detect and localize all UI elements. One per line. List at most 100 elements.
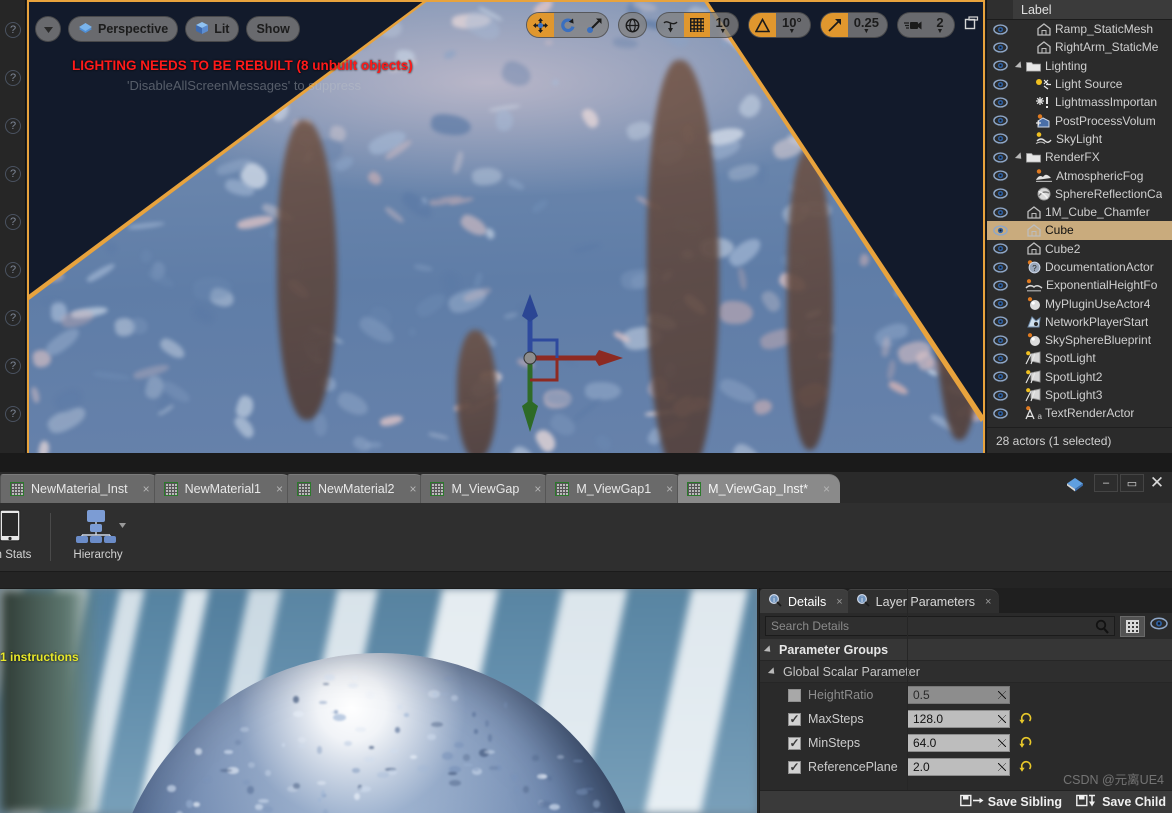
parameter-row[interactable]: ✓ MaxSteps 128.0 bbox=[760, 707, 1172, 731]
outliner-row[interactable]: ? DocumentationActor bbox=[987, 258, 1172, 276]
close-icon[interactable]: × bbox=[666, 482, 673, 496]
outliner-row[interactable]: ExponentialHeightFo bbox=[987, 276, 1172, 294]
scale-snap-group[interactable]: 0.25 ▼ bbox=[819, 12, 888, 38]
eye-icon[interactable] bbox=[987, 280, 1013, 291]
search-icon[interactable] bbox=[1095, 619, 1109, 637]
outliner-row[interactable]: Cube2 bbox=[987, 240, 1172, 258]
drag-handle-icon[interactable] bbox=[998, 715, 1006, 723]
save-sibling-button[interactable]: Save Sibling bbox=[959, 794, 1062, 810]
transform-mode-group[interactable] bbox=[525, 12, 609, 38]
outliner-row[interactable]: Lighting bbox=[987, 57, 1172, 75]
angle-snap-icon[interactable] bbox=[749, 13, 777, 37]
chevron-expanded-icon[interactable] bbox=[1014, 152, 1025, 162]
asset-tab[interactable]: NewMaterial2 × bbox=[287, 474, 427, 503]
outliner-row[interactable]: Cube bbox=[987, 221, 1172, 240]
reset-to-default-icon[interactable] bbox=[1019, 759, 1032, 775]
details-tab-bar[interactable]: i Details × i Layer Parameters × bbox=[760, 588, 1172, 613]
eye-icon[interactable] bbox=[987, 335, 1013, 346]
eye-icon[interactable] bbox=[987, 316, 1013, 327]
eye-icon[interactable] bbox=[987, 170, 1013, 181]
visibility-button[interactable] bbox=[1150, 617, 1168, 635]
outliner-row[interactable]: SpotLight2 bbox=[987, 368, 1172, 386]
eye-icon[interactable] bbox=[987, 389, 1013, 401]
parameter-value-field[interactable]: 0.5 bbox=[907, 686, 1010, 704]
window-maximize-button[interactable]: ▭ bbox=[1120, 474, 1144, 492]
outliner-row[interactable]: RenderFX bbox=[987, 148, 1172, 166]
eye-icon[interactable] bbox=[987, 225, 1013, 236]
scale-snap-icon[interactable] bbox=[820, 13, 848, 37]
parameter-value-field[interactable]: 2.0 bbox=[907, 758, 1010, 776]
camera-speed-icon[interactable] bbox=[898, 13, 928, 37]
window-minimize-button[interactable]: – bbox=[1094, 474, 1118, 492]
eye-icon[interactable] bbox=[987, 97, 1013, 108]
eye-icon[interactable] bbox=[987, 298, 1013, 309]
eye-icon[interactable] bbox=[987, 24, 1013, 35]
outliner-row[interactable]: MyPluginUseActor4 bbox=[987, 294, 1172, 312]
help-icon[interactable]: ? bbox=[5, 310, 21, 326]
scale-tool-icon[interactable] bbox=[581, 13, 608, 37]
parameter-override-checkbox[interactable]: ✓ bbox=[788, 760, 801, 774]
eye-icon[interactable] bbox=[987, 78, 1013, 90]
window-close-button[interactable]: ✕ bbox=[1146, 473, 1168, 492]
close-icon[interactable]: × bbox=[836, 596, 842, 608]
grid-view-button[interactable] bbox=[1120, 615, 1145, 637]
parameter-override-checkbox[interactable]: ✓ bbox=[788, 712, 801, 726]
level-viewport[interactable]: Perspective Lit Show 10 ▼ 10° ▼ 0.25 ▼ 2… bbox=[27, 0, 985, 460]
chevron-expanded-icon[interactable] bbox=[1014, 61, 1025, 71]
close-icon[interactable]: × bbox=[534, 482, 541, 496]
eye-icon[interactable] bbox=[987, 115, 1013, 126]
help-icon[interactable]: ? bbox=[5, 118, 21, 134]
outliner-row[interactable]: AtmosphericFog bbox=[987, 166, 1172, 184]
world-globe-icon[interactable] bbox=[619, 13, 646, 37]
drag-handle-icon[interactable] bbox=[998, 691, 1006, 699]
eye-icon[interactable] bbox=[987, 188, 1013, 199]
help-icon[interactable]: ? bbox=[5, 262, 21, 278]
material-editor-toolbar[interactable]: rm Stats bbox=[0, 503, 1172, 572]
surface-snap-icon[interactable] bbox=[657, 13, 684, 37]
outliner-row[interactable]: SphereReflectionCa bbox=[987, 185, 1172, 203]
details-search-row[interactable]: Search Details bbox=[760, 613, 1172, 639]
help-icon[interactable]: ? bbox=[5, 358, 21, 374]
outliner-row[interactable]: Ramp_StaticMesh bbox=[987, 20, 1172, 38]
section-parameter-groups[interactable]: Parameter Groups bbox=[760, 639, 1172, 661]
details-tab[interactable]: i Layer Parameters × bbox=[847, 589, 1000, 613]
angle-snap-group[interactable]: 10° ▼ bbox=[748, 12, 811, 38]
eye-icon[interactable] bbox=[987, 243, 1013, 254]
parameter-override-checkbox[interactable]: ✓ bbox=[788, 736, 801, 750]
help-icon[interactable]: ? bbox=[5, 70, 21, 86]
outliner-row[interactable]: PostProcessVolum bbox=[987, 111, 1172, 129]
viewport-show-menu-button[interactable]: Show bbox=[246, 16, 300, 42]
parameter-row[interactable]: ✓ MinSteps 64.0 bbox=[760, 731, 1172, 755]
drag-handle-icon[interactable] bbox=[998, 739, 1006, 747]
rotate-tool-icon[interactable] bbox=[554, 13, 581, 37]
outliner-list[interactable]: Ramp_StaticMesh RightArm_StaticMe Lighting… bbox=[987, 20, 1172, 423]
grid-snap-icon[interactable] bbox=[683, 13, 710, 37]
angle-snap-value[interactable]: 10° ▼ bbox=[776, 13, 810, 37]
outliner-row[interactable]: SpotLight bbox=[987, 349, 1172, 367]
outliner-row[interactable]: Light Source bbox=[987, 75, 1172, 93]
world-outliner[interactable]: Label Ramp_StaticMesh RightArm_StaticMe Li… bbox=[986, 0, 1172, 453]
close-icon[interactable]: × bbox=[823, 482, 830, 496]
move-tool-icon[interactable] bbox=[526, 13, 554, 37]
asset-tab-bar[interactable]: NewMaterial_Inst × NewMaterial1 × NewMateria… bbox=[0, 472, 1172, 503]
close-icon[interactable]: × bbox=[985, 596, 991, 608]
outliner-row[interactable]: SpotLight3 bbox=[987, 386, 1172, 404]
asset-tab[interactable]: M_ViewGap1 × bbox=[545, 474, 684, 503]
save-child-button[interactable]: Save Child bbox=[1076, 794, 1166, 810]
details-panel[interactable]: i Details × i Layer Parameters × Search Detai… bbox=[759, 588, 1172, 813]
viewport-camera-type-button[interactable]: Perspective bbox=[68, 16, 179, 42]
asset-tab[interactable]: M_ViewGap × bbox=[420, 474, 552, 503]
eye-icon[interactable] bbox=[987, 152, 1013, 163]
camera-speed-group[interactable]: 2 ▼ bbox=[897, 12, 955, 38]
eye-icon[interactable] bbox=[987, 261, 1013, 273]
outliner-row[interactable]: RightArm_StaticMe bbox=[987, 38, 1172, 56]
reset-to-default-icon[interactable] bbox=[1019, 735, 1032, 751]
parameter-row[interactable]: HeightRatio 0.5 bbox=[760, 683, 1172, 707]
asset-tab[interactable]: M_ViewGap_Inst* × bbox=[677, 474, 841, 503]
details-footer-bar[interactable]: Save Sibling Save Child bbox=[760, 790, 1172, 813]
platform-stats-button[interactable]: rm Stats bbox=[0, 503, 42, 571]
eye-icon[interactable] bbox=[987, 42, 1013, 53]
outliner-row[interactable]: a TextRenderActor bbox=[987, 404, 1172, 422]
material-preview-viewport[interactable]: 1 instructions bbox=[0, 588, 757, 813]
close-icon[interactable]: × bbox=[409, 482, 416, 496]
